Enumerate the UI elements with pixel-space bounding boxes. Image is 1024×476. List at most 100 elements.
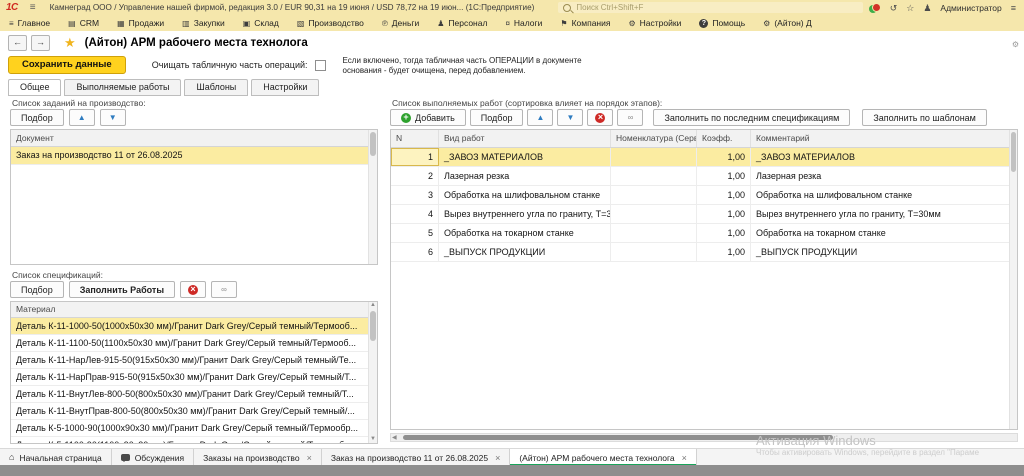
cell-nomenclature[interactable] [611,148,697,166]
table-row[interactable]: Деталь К-11-НарЛев-915-50(915х50х30 мм)/… [11,352,377,369]
orders-move-up-button[interactable]: ▲ [69,109,95,126]
cell-n[interactable]: 3 [391,186,439,204]
cell-coeff[interactable]: 1,00 [697,243,751,261]
scroll-up-icon[interactable]: ▲ [369,302,377,309]
cell-comment[interactable]: _ЗАВОЗ МАТЕРИАЛОВ [751,148,1017,166]
menu-item-6[interactable]: ℗Деньги [373,15,428,31]
menu-item-0[interactable]: ≡Главное [0,15,59,31]
cell-coeff[interactable]: 1,00 [697,205,751,223]
orders-move-down-button[interactable]: ▼ [100,109,126,126]
cell-work-type[interactable]: Вырез внутреннего угла по граниту, Т=30м… [439,205,611,223]
material-cell[interactable]: Деталь К-11-1100-50(1100х50х30 мм)/Грани… [11,335,377,351]
table-row[interactable]: Заказ на производство 11 от 26.08.2025 [11,147,377,165]
cell-work-type[interactable]: Лазерная резка [439,167,611,185]
table-row[interactable]: Деталь К-5-1000-90(1000х90х30 мм)/Гранит… [11,420,377,437]
material-cell[interactable]: Деталь К-5-1000-90(1000х90х30 мм)/Гранит… [11,420,377,436]
works-move-up-button[interactable]: ▲ [527,109,553,126]
cell-nomenclature[interactable] [611,205,697,223]
current-user[interactable]: Администратор [940,3,1001,13]
cell-nomenclature[interactable] [611,224,697,242]
works-move-down-button[interactable]: ▼ [557,109,583,126]
specs-fill-works-button[interactable]: Заполнить Работы [69,281,175,298]
menu-item-1[interactable]: ▤CRM [59,15,108,31]
clear-operations-checkbox[interactable] [315,60,326,71]
favorite-star-icon[interactable]: ★ [64,36,76,50]
window-tab-1[interactable]: Обсуждения [112,449,194,466]
cell-comment[interactable]: _ВЫПУСК ПРОДУКЦИИ [751,243,1017,261]
orders-vertical-scrollbar[interactable] [368,130,377,264]
cell-n[interactable]: 6 [391,243,439,261]
material-cell[interactable]: Деталь К-11-ВнутПрав-800-50(800х50х30 мм… [11,403,377,419]
cell-comment[interactable]: Обработка на шлифовальном станке [751,186,1017,204]
window-tab-2[interactable]: Заказы на производство× [194,449,322,466]
history-icon[interactable]: ↺ [890,3,898,13]
service-menu-icon[interactable]: ≡ [1011,3,1016,13]
close-icon[interactable]: × [682,453,687,463]
menu-item-4[interactable]: ▣Склад [234,15,288,31]
cell-comment[interactable]: Обработка на токарном станке [751,224,1017,242]
menu-item-2[interactable]: ▦Продажи [108,15,173,31]
scroll-down-icon[interactable]: ▼ [369,436,377,443]
works-delete-button[interactable]: × [587,109,613,126]
table-row[interactable]: Деталь К-11-ВнутПрав-800-50(800х50х30 мм… [11,403,377,420]
material-cell[interactable]: Деталь К-5-1100-90(1100х90х30 мм)/Гранит… [11,437,377,444]
specs-delete-button[interactable]: × [180,281,206,298]
back-button[interactable]: ← [8,35,27,51]
tab-settings[interactable]: Настройки [251,79,319,96]
cell-n[interactable]: 1 [391,148,439,166]
cell-comment[interactable]: Вырез внутреннего угла по граниту, Т=30м… [751,205,1017,223]
cell-work-type[interactable]: _ЗАВОЗ МАТЕРИАЛОВ [439,148,611,166]
table-row[interactable]: Деталь К-11-ВнутЛев-800-50(800х50х30 мм)… [11,386,377,403]
menu-item-8[interactable]: ¤Налоги [496,15,551,31]
cell-work-type[interactable]: Обработка на токарном станке [439,224,611,242]
table-row[interactable]: Деталь К-11-НарПрав-915-50(915х50х30 мм)… [11,369,377,386]
tab-performed-works[interactable]: Выполняемые работы [64,79,181,96]
main-menu-icon[interactable]: ≡ [30,2,36,13]
table-row[interactable]: 4Вырез внутреннего угла по граниту, Т=30… [391,205,1017,224]
cell-nomenclature[interactable] [611,167,697,185]
works-link-button[interactable]: ∞ [617,109,643,126]
material-cell[interactable]: Деталь К-11-НарПрав-915-50(915х50х30 мм)… [11,369,377,385]
menu-item-7[interactable]: ♟Персонал [428,15,496,31]
material-cell[interactable]: Деталь К-11-НарЛев-915-50(915х50х30 мм)/… [11,352,377,368]
order-document-cell[interactable]: Заказ на производство 11 от 26.08.2025 [11,147,377,164]
cell-nomenclature[interactable] [611,186,697,204]
close-icon[interactable]: × [307,453,312,463]
scroll-left-icon[interactable]: ◀ [392,434,397,442]
specs-link-button[interactable]: ∞ [211,281,237,298]
form-settings-gear-icon[interactable]: ⚙ [1012,40,1019,49]
menu-item-5[interactable]: ▧Производство [288,15,373,31]
table-row[interactable]: 5Обработка на токарном станке1,00Обработ… [391,224,1017,243]
users-icon[interactable]: ♟ [923,3,931,13]
works-horizontal-scrollbar[interactable]: ◀ [390,433,1018,442]
table-row[interactable]: 2Лазерная резка1,00Лазерная резка [391,167,1017,186]
works-pick-button[interactable]: Подбор [470,109,524,126]
menu-item-3[interactable]: ▥Закупки [173,15,234,31]
specs-pick-button[interactable]: Подбор [10,281,64,298]
tab-general[interactable]: Общее [8,79,61,96]
tab-templates[interactable]: Шаблоны [184,79,248,96]
fill-by-templates-button[interactable]: Заполнить по шаблонам [862,109,987,126]
menu-item-11[interactable]: ?Помощь [690,15,754,31]
cell-n[interactable]: 5 [391,224,439,242]
material-cell[interactable]: Деталь К-11-ВнутЛев-800-50(800х50х30 мм)… [11,386,377,402]
orders-pick-button[interactable]: Подбор [10,109,64,126]
window-tab-4[interactable]: (Айтон) АРМ рабочего места технолога× [510,449,697,466]
cell-work-type[interactable]: _ВЫПУСК ПРОДУКЦИИ [439,243,611,261]
cell-coeff[interactable]: 1,00 [697,148,751,166]
menu-item-10[interactable]: ⚙Настройки [619,15,690,31]
works-vertical-scrollbar[interactable] [1009,130,1017,429]
menu-item-9[interactable]: ⚑Компания [551,15,619,31]
window-tab-3[interactable]: Заказ на производство 11 от 26.08.2025× [322,449,511,466]
cell-n[interactable]: 4 [391,205,439,223]
window-tab-0[interactable]: ⌂Начальная страница [0,449,112,466]
favorites-star-icon[interactable]: ☆ [906,3,914,13]
search-input[interactable]: Поиск Ctrl+Shift+F [558,2,863,13]
cell-work-type[interactable]: Обработка на шлифовальном станке [439,186,611,204]
table-row[interactable]: Деталь К-11-1100-50(1100х50х30 мм)/Грани… [11,335,377,352]
table-row[interactable]: Деталь К-11-1000-50(1000х50х30 мм)/Грани… [11,318,377,335]
table-row[interactable]: Деталь К-5-1100-90(1100х90х30 мм)/Гранит… [11,437,377,444]
save-data-button[interactable]: Сохранить данные [8,56,126,74]
table-row[interactable]: 3Обработка на шлифовальном станке1,00Обр… [391,186,1017,205]
forward-button[interactable]: → [31,35,50,51]
